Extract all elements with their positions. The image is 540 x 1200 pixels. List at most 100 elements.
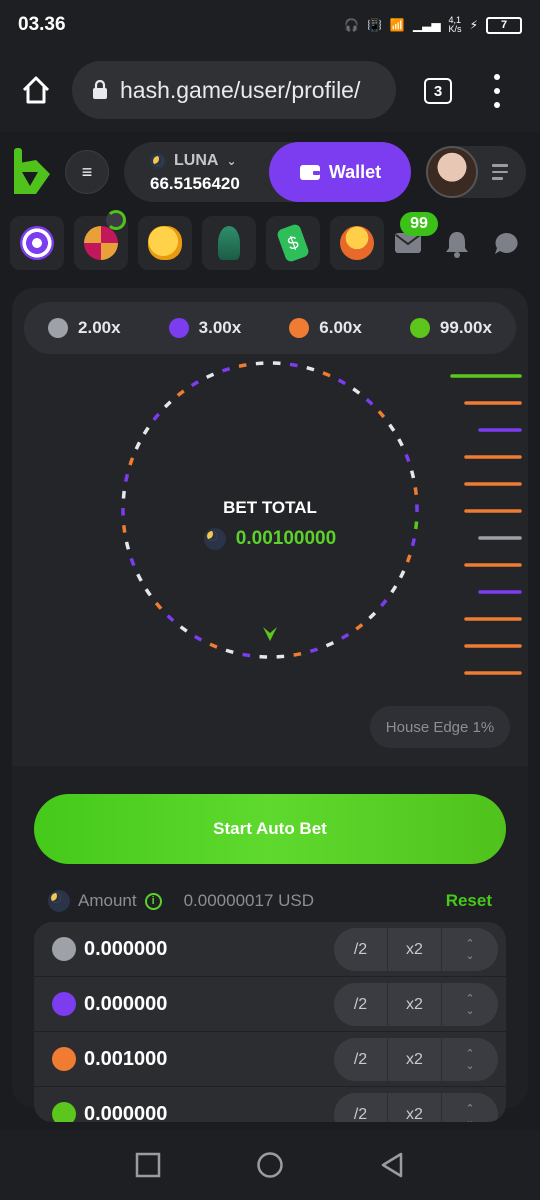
wheel-segment bbox=[368, 611, 377, 620]
wheel-segment bbox=[409, 470, 416, 479]
wheel-segment bbox=[128, 457, 135, 466]
half-button[interactable]: /2 bbox=[334, 983, 388, 1026]
wheel-segment bbox=[306, 365, 315, 372]
home-icon[interactable] bbox=[20, 74, 52, 106]
currency-label: LUNA bbox=[174, 152, 219, 169]
stepper-arrows-icon[interactable]: ⌃ ⌄ bbox=[442, 938, 498, 962]
wheel-segment bbox=[390, 585, 398, 594]
coin-stack-icon[interactable] bbox=[330, 216, 384, 270]
url-text: hash.game/user/profile/ bbox=[120, 76, 361, 103]
stepper-arrows-icon[interactable]: ⌃ ⌄ bbox=[442, 1103, 498, 1123]
multiplier-label: 3.00x bbox=[198, 318, 242, 337]
amount-label: Amount bbox=[78, 891, 137, 910]
wheel-segment bbox=[377, 410, 386, 419]
half-button[interactable]: /2 bbox=[334, 1093, 388, 1122]
wallet-button[interactable]: Wallet bbox=[269, 142, 411, 202]
wifi-icon: 📶 bbox=[389, 18, 405, 32]
app-content: ≡ LUNA ⌄ 66.5156420 Wallet $ 99 2.00x 3.… bbox=[0, 132, 540, 1130]
home-circle-icon[interactable] bbox=[256, 1151, 284, 1179]
bet-amount[interactable]: 0.000000 bbox=[84, 1103, 167, 1123]
amount-line: Amount i 0.00000017 USD Reset bbox=[48, 888, 492, 914]
avatar[interactable] bbox=[426, 146, 478, 198]
game-panel: 2.00x 3.00x 6.00x 99.00x BET TOTAL 0.001… bbox=[12, 288, 528, 1122]
piggy-bank-icon[interactable] bbox=[138, 216, 192, 270]
menu-button[interactable]: ≡ bbox=[65, 150, 109, 194]
lucky-wheel-icon[interactable] bbox=[74, 210, 128, 270]
charging-icon: ⚡ bbox=[469, 18, 478, 32]
orange-dot-icon bbox=[52, 1047, 76, 1071]
bet-rows: 0.000000 /2 x2 ⌃ ⌄ 0.000000 /2 x2 ⌃ ⌄ 0.001000… bbox=[34, 922, 506, 1122]
wheel-segment bbox=[124, 473, 130, 482]
balance-amount: 66.5156420 bbox=[150, 174, 240, 193]
recents-icon[interactable] bbox=[135, 1152, 161, 1178]
wheel-segment bbox=[325, 641, 335, 648]
bet-amount[interactable]: 0.001000 bbox=[84, 1048, 167, 1071]
double-button[interactable]: x2 bbox=[388, 1093, 442, 1122]
wheel-segment bbox=[397, 438, 404, 447]
cash-tag-icon[interactable]: $ bbox=[266, 216, 320, 270]
user-menu-icon[interactable] bbox=[492, 164, 508, 180]
wheel-segment bbox=[309, 647, 319, 654]
bet-amount[interactable]: 0.000000 bbox=[84, 993, 167, 1016]
bell-icon[interactable] bbox=[444, 230, 470, 258]
wheel-segment bbox=[340, 632, 350, 640]
luna-coin-icon bbox=[203, 528, 226, 550]
wheel-segment bbox=[413, 487, 418, 496]
multiplier-3x: 3.00x bbox=[168, 318, 242, 338]
wheel-segment bbox=[242, 652, 251, 658]
tab-switcher-button[interactable]: 3 bbox=[424, 78, 452, 104]
double-button[interactable]: x2 bbox=[388, 1038, 442, 1081]
bet-controls: Start Auto Bet Amount i 0.00000017 USD R… bbox=[12, 766, 528, 1122]
half-button[interactable]: /2 bbox=[334, 928, 388, 971]
orange-dot-icon bbox=[289, 318, 310, 338]
rocket-icon[interactable] bbox=[202, 216, 256, 270]
wheel-segment bbox=[190, 380, 200, 388]
wheel-segment bbox=[179, 625, 188, 633]
start-auto-bet-button[interactable]: Start Auto Bet bbox=[34, 794, 506, 864]
half-button[interactable]: /2 bbox=[334, 1038, 388, 1081]
stepper-arrows-icon[interactable]: ⌃ ⌄ bbox=[442, 1048, 498, 1072]
wheel-segment bbox=[322, 371, 331, 378]
reset-button[interactable]: Reset bbox=[446, 891, 492, 911]
multiplier-label: 2.00x bbox=[78, 318, 121, 337]
double-button[interactable]: x2 bbox=[388, 928, 442, 971]
grey-dot-icon bbox=[48, 318, 69, 338]
back-icon[interactable] bbox=[379, 1151, 405, 1179]
bet-total-amount: 0.00100000 bbox=[235, 528, 337, 549]
wheel-segment bbox=[154, 601, 163, 610]
chevron-down-icon: ⌄ bbox=[226, 154, 237, 168]
grey-dot-icon bbox=[52, 937, 76, 961]
browser-toolbar: hash.game/user/profile/ 3 bbox=[0, 50, 540, 132]
wheel-segment bbox=[352, 387, 361, 395]
wheel-segment bbox=[144, 588, 152, 597]
wallet-icon bbox=[299, 165, 320, 180]
user-pill[interactable] bbox=[426, 146, 526, 198]
bet-row-purple: 0.000000 /2 x2 ⌃ ⌄ bbox=[34, 977, 506, 1032]
balance-pill[interactable]: LUNA ⌄ 66.5156420 Wallet bbox=[124, 142, 411, 202]
lock-icon bbox=[93, 80, 107, 99]
double-button[interactable]: x2 bbox=[388, 983, 442, 1026]
wheel-segment bbox=[355, 623, 364, 631]
stepper-arrows-icon[interactable]: ⌃ ⌄ bbox=[442, 993, 498, 1017]
pointer-icon bbox=[263, 627, 277, 641]
wheel-segment bbox=[134, 441, 142, 450]
wheel-segment bbox=[405, 554, 412, 563]
bet-amount[interactable]: 0.000000 bbox=[84, 938, 167, 961]
wheel-segment bbox=[404, 453, 411, 463]
logo-icon[interactable] bbox=[12, 146, 52, 198]
dart-target-icon[interactable] bbox=[10, 216, 64, 270]
wheel-segment bbox=[166, 614, 175, 623]
multiplier-label: 99.00x bbox=[439, 318, 492, 337]
wheel-segment bbox=[142, 426, 150, 435]
currency-selector[interactable]: LUNA ⌄ bbox=[150, 152, 237, 170]
multiplier-legend: 2.00x 3.00x 6.00x 99.00x bbox=[24, 302, 516, 354]
wheel-segment bbox=[255, 361, 264, 366]
chat-icon[interactable] bbox=[493, 231, 519, 257]
browser-menu-icon[interactable] bbox=[490, 74, 504, 108]
info-icon[interactable]: i bbox=[144, 892, 162, 910]
wheel-segment bbox=[293, 651, 302, 657]
url-field[interactable]: hash.game/user/profile/ bbox=[72, 61, 396, 119]
site-header: ≡ LUNA ⌄ 66.5156420 Wallet bbox=[0, 132, 540, 212]
messages-badge: 99 bbox=[400, 212, 438, 236]
purple-dot-icon bbox=[168, 318, 189, 338]
